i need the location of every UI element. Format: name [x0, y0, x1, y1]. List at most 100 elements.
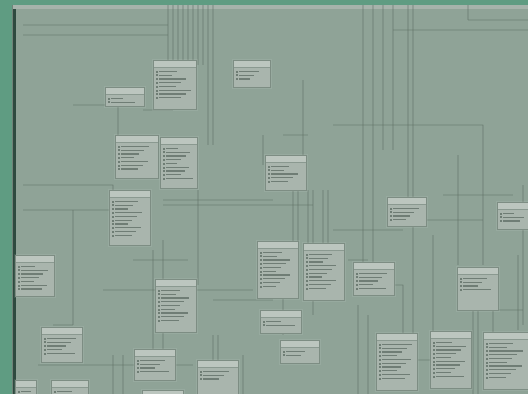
entity-field-row [260, 273, 296, 277]
entity-table-header[interactable] [377, 334, 417, 341]
entity-table[interactable] [51, 380, 89, 394]
entity-field-row [163, 162, 195, 165]
entity-field-row [200, 373, 236, 377]
entity-table[interactable] [15, 380, 37, 394]
entity-field-list [388, 205, 426, 223]
entity-table[interactable] [497, 202, 528, 230]
entity-field-row [486, 345, 527, 349]
entity-table[interactable] [197, 360, 239, 394]
entity-table[interactable] [260, 310, 302, 334]
entity-field-list [116, 143, 158, 172]
entity-table-header[interactable] [154, 61, 196, 68]
entity-field-row [379, 377, 415, 380]
entity-field-row [112, 207, 148, 211]
entity-field-row [158, 319, 194, 323]
entity-field-row [108, 97, 142, 100]
entity-table[interactable] [155, 279, 197, 333]
entity-field-row [433, 371, 469, 375]
entity-field-row [44, 344, 80, 348]
entity-field-list [498, 210, 528, 224]
entity-table[interactable] [109, 190, 151, 246]
entity-field-row [112, 211, 148, 215]
entity-table[interactable] [265, 155, 307, 191]
entity-field-row [112, 230, 148, 234]
entity-table-header[interactable] [484, 333, 528, 340]
entity-field-row [486, 376, 527, 379]
entity-field-row [306, 283, 342, 287]
entity-field-row [379, 369, 415, 373]
entity-table-header[interactable] [266, 156, 306, 163]
entity-table[interactable] [483, 332, 528, 390]
entity-table[interactable] [457, 267, 499, 311]
entity-table-header[interactable] [304, 244, 344, 251]
entity-field-row [486, 349, 527, 353]
entity-field-row [112, 200, 148, 203]
entity-field-row [460, 277, 496, 280]
entity-table[interactable] [41, 327, 83, 363]
entity-table-header[interactable] [458, 268, 498, 275]
entity-field-row [260, 251, 296, 254]
entity-table-header[interactable] [135, 350, 175, 357]
entity-table-header[interactable] [42, 328, 82, 335]
entity-field-row [500, 215, 527, 219]
entity-field-row [118, 164, 156, 167]
entity-field-row [163, 154, 195, 158]
entity-table-header[interactable] [388, 198, 426, 205]
entity-table-header[interactable] [261, 311, 301, 318]
entity-field-row [156, 85, 194, 88]
entity-table[interactable] [430, 331, 472, 389]
entity-field-row [158, 308, 194, 311]
entity-field-row [112, 215, 148, 218]
entity-field-list [42, 335, 82, 357]
entity-table[interactable] [115, 135, 159, 179]
entity-field-row [260, 277, 296, 281]
entity-field-row [18, 280, 52, 283]
entity-table[interactable] [160, 137, 198, 189]
entity-field-row [260, 254, 296, 258]
entity-table-header[interactable] [116, 136, 158, 143]
entity-field-row [118, 152, 156, 156]
entity-table-header[interactable] [354, 263, 394, 270]
entity-field-list [304, 251, 344, 291]
entity-table-header[interactable] [106, 88, 144, 95]
entity-field-list [154, 68, 196, 101]
entity-field-list [16, 388, 36, 394]
entity-field-row [268, 180, 304, 183]
entity-field-row [356, 283, 392, 287]
entity-table-header[interactable] [498, 203, 528, 210]
entity-table[interactable] [153, 60, 197, 110]
entity-table[interactable] [233, 60, 271, 88]
entity-field-row [54, 390, 86, 393]
entity-table[interactable] [105, 87, 145, 107]
entity-field-row [163, 169, 195, 173]
entity-table-header[interactable] [52, 381, 88, 388]
entity-table[interactable] [15, 255, 55, 297]
entity-table[interactable] [134, 349, 176, 381]
entity-table[interactable] [280, 340, 320, 364]
entity-table-header[interactable] [431, 332, 471, 339]
entity-table-header[interactable] [161, 138, 197, 145]
entity-table-header[interactable] [110, 191, 150, 198]
entity-table[interactable] [257, 241, 299, 299]
entity-field-row [118, 160, 156, 163]
entity-field-list [106, 95, 144, 105]
entity-field-row [137, 362, 173, 366]
entity-table[interactable] [353, 262, 395, 296]
entity-field-row [156, 73, 194, 77]
entity-table[interactable] [142, 390, 184, 394]
entity-table[interactable] [387, 197, 427, 227]
entity-field-list [258, 249, 298, 289]
entity-table-header[interactable] [198, 361, 238, 368]
entity-table-header[interactable] [258, 242, 298, 249]
entity-table-header[interactable] [156, 280, 196, 287]
entity-field-row [18, 272, 52, 276]
entity-table[interactable] [303, 243, 345, 301]
entity-table-header[interactable] [281, 341, 319, 348]
entity-field-row [260, 258, 296, 262]
entity-field-row [44, 352, 80, 355]
entity-table[interactable] [376, 333, 418, 391]
entity-table-header[interactable] [16, 381, 36, 388]
entity-table-header[interactable] [234, 61, 270, 68]
entity-field-list [484, 340, 528, 380]
entity-table-header[interactable] [16, 256, 54, 263]
